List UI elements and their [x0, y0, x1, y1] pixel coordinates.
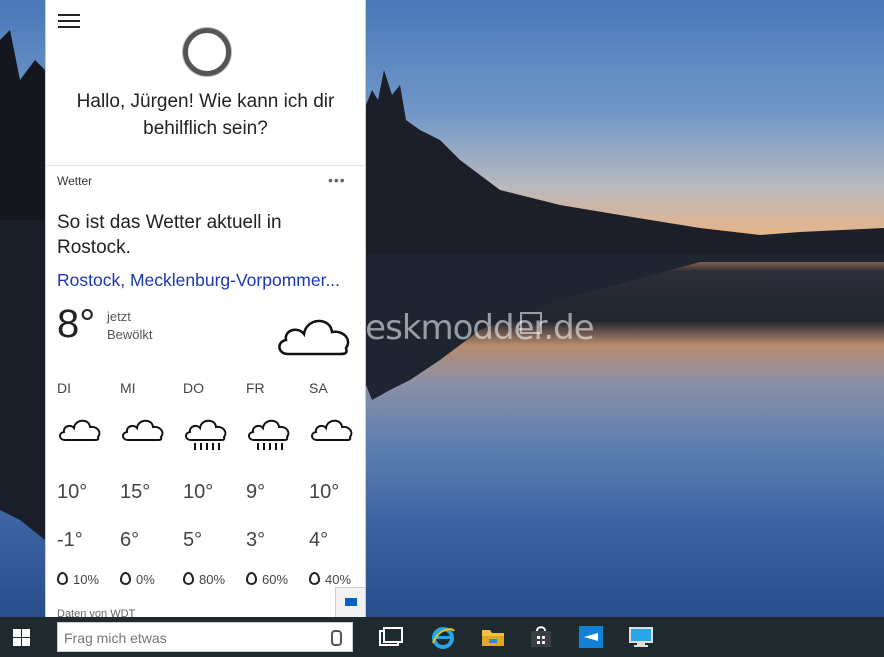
current-temperature: 8° [57, 302, 96, 346]
task-view-icon[interactable] [378, 625, 404, 649]
weather-headline: So ist das Wetter aktuell in Rostock. [57, 212, 282, 258]
low-temp: 6° [120, 529, 140, 551]
high-temp: 10° [57, 481, 88, 503]
data-source-text: Daten von WDT [57, 608, 136, 617]
rain-chance: 80% [183, 572, 225, 587]
day-name: DO [183, 380, 204, 396]
windows-logo-pane [22, 629, 30, 637]
weather-card-title: Wetter [57, 174, 93, 188]
high-temp: 15° [120, 481, 151, 503]
rain-value: 0% [136, 572, 155, 587]
current-condition: Bewölkt [107, 327, 153, 342]
cloud-icon [59, 419, 101, 441]
high-temp: 10° [309, 481, 340, 503]
hamburger-menu-icon[interactable] [58, 14, 80, 30]
day-name: FR [246, 380, 265, 396]
cloud-icon [122, 419, 164, 441]
current-time-label: jetzt [107, 309, 131, 324]
rain-cloud-icon [185, 419, 227, 450]
watermark-text: Deskmodder.de [340, 308, 595, 348]
low-temp: 5° [183, 529, 203, 551]
remote-desktop-icon[interactable] [628, 625, 654, 649]
cortana-greeting: Hallo, Jürgen! Wie kann ich dir behilfli… [76, 91, 335, 139]
raindrop-icon [120, 572, 131, 585]
raindrop-icon [309, 572, 320, 585]
rain-value: 60% [262, 572, 289, 587]
low-temp: 3° [246, 529, 266, 551]
windows-logo-pane [22, 638, 30, 646]
raindrop-icon [246, 572, 257, 585]
low-temp: -1° [57, 529, 83, 551]
start-button[interactable] [0, 617, 45, 657]
rain-value: 80% [199, 572, 226, 587]
location-link[interactable]: Rostock, Mecklenburg-Vorpommer... [57, 270, 357, 291]
search-input[interactable] [62, 623, 326, 653]
rain-chance: 0% [120, 572, 155, 587]
microphone-icon[interactable] [331, 630, 342, 646]
rain-chance: 40% [309, 572, 351, 587]
search-box[interactable] [57, 622, 353, 653]
raindrop-icon [183, 572, 194, 585]
watermark-edit-icon [520, 312, 542, 334]
day-name: SA [309, 380, 328, 396]
rain-cloud-icon [248, 419, 290, 450]
app-icon[interactable] [578, 625, 604, 649]
feedback-button[interactable] [335, 587, 365, 617]
high-temp: 9° [246, 481, 266, 503]
windows-logo-pane [13, 638, 21, 646]
day-name: MI [120, 380, 136, 396]
day-name: DI [57, 380, 71, 396]
store-icon[interactable] [528, 625, 554, 649]
cloud-icon [278, 319, 350, 356]
file-explorer-icon[interactable] [480, 625, 506, 649]
divider [46, 165, 365, 166]
taskbar [0, 617, 884, 657]
internet-explorer-icon[interactable] [430, 625, 456, 649]
rain-value: 40% [325, 572, 352, 587]
high-temp: 10° [183, 481, 214, 503]
rain-chance: 10% [57, 572, 99, 587]
cortana-icon [183, 28, 231, 76]
more-options-icon[interactable]: ••• [328, 172, 346, 188]
low-temp: 4° [309, 529, 329, 551]
cortana-panel: Hallo, Jürgen! Wie kann ich dir behilfli… [45, 0, 366, 617]
windows-logo-icon [13, 629, 21, 637]
cloud-icon [311, 419, 353, 441]
raindrop-icon [57, 572, 68, 585]
rain-chance: 60% [246, 572, 288, 587]
rain-value: 10% [73, 572, 100, 587]
